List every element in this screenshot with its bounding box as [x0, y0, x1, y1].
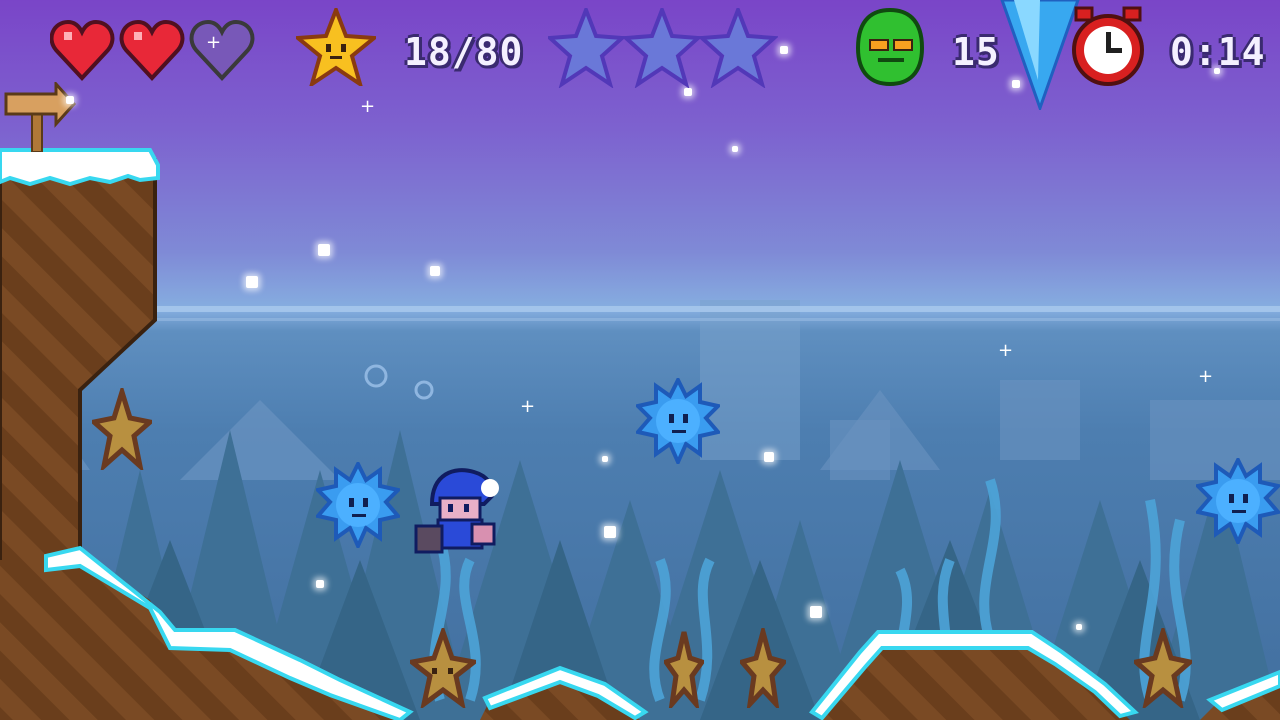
star-icon — [296, 8, 376, 86]
heart-empty-icon: + — [189, 19, 255, 81]
terrain — [0, 148, 1280, 720]
game-screen: + + + + + 18/80 15 0:14 — [0, 0, 1280, 720]
big-star-empty-icon — [697, 8, 778, 88]
collectible-star[interactable] — [664, 628, 704, 708]
big-star-empty-icon — [621, 8, 703, 88]
health-hearts: + — [50, 19, 255, 81]
big-star-empty-icon — [548, 8, 627, 88]
level-timer: 0:14 — [1170, 30, 1266, 74]
heart-icon — [50, 19, 115, 81]
enemy-counter: 15 — [952, 30, 1000, 74]
spiky-ice-enemy[interactable] — [1196, 458, 1280, 544]
collectible-star[interactable] — [1134, 628, 1192, 708]
green-blob-icon — [855, 8, 925, 86]
heart-icon — [119, 19, 185, 81]
spiky-ice-enemy[interactable] — [316, 462, 400, 548]
arrow-signpost — [4, 82, 76, 152]
spiky-ice-enemy[interactable] — [636, 378, 720, 464]
player-character[interactable] — [414, 464, 506, 560]
star-counter: 18/80 — [404, 30, 524, 74]
collectible-star[interactable] — [410, 628, 476, 708]
alarm-clock-icon — [1072, 6, 1144, 86]
collectible-star[interactable] — [92, 388, 152, 470]
big-star-slots — [548, 8, 778, 88]
collectible-star[interactable] — [740, 628, 786, 708]
svg-text:+: + — [206, 32, 221, 53]
